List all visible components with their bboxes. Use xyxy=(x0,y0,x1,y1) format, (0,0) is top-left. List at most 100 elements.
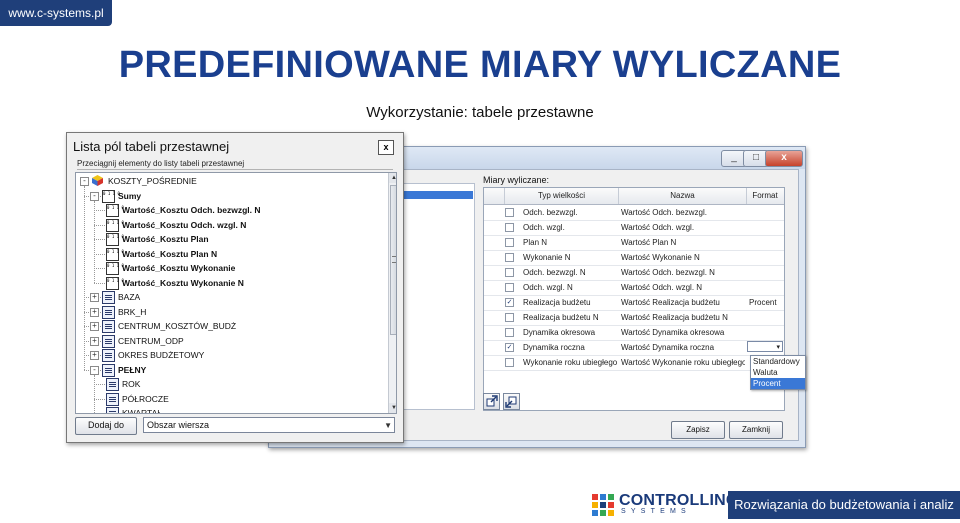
expand-icon[interactable]: + xyxy=(90,307,99,317)
row-checkbox[interactable] xyxy=(505,358,514,367)
dimension-icon xyxy=(106,392,119,406)
scroll-grip-icon xyxy=(392,256,396,263)
tree-item[interactable]: + OKRES BUDŻETOWY xyxy=(76,348,386,362)
row-name: Wartość Plan N xyxy=(621,238,677,247)
slide-subtitle: Wykorzystanie: tabele przestawne xyxy=(366,104,594,121)
row-format[interactable] xyxy=(749,265,783,280)
tree-item[interactable]: 0 1 1 0 Wartość_Kosztu Plan N xyxy=(76,247,386,261)
grid-row[interactable]: ✓ Realizacja budżetu Wartość Realizacja bu… xyxy=(484,295,784,311)
row-checkbox[interactable]: ✓ xyxy=(505,298,514,307)
format-dropdown-chevron-icon[interactable]: ▾ xyxy=(747,341,783,352)
row-checkbox[interactable] xyxy=(505,268,514,277)
expand-icon[interactable]: + xyxy=(90,336,99,346)
grid-row[interactable]: Odch. wzgl. N Wartość Odch. wzgl. N xyxy=(484,280,784,296)
measure-source-selected-item[interactable] xyxy=(400,191,473,199)
measure-source-list[interactable] xyxy=(399,183,475,410)
row-format[interactable]: Procent xyxy=(749,295,783,310)
row-checkbox[interactable] xyxy=(505,253,514,262)
row-format[interactable] xyxy=(749,310,783,325)
remove-measure-icon[interactable] xyxy=(503,393,520,410)
collapse-icon[interactable]: - xyxy=(80,177,89,186)
row-format[interactable] xyxy=(749,250,783,265)
scroll-up-arrow-icon[interactable]: ▲ xyxy=(389,173,396,183)
row-format[interactable] xyxy=(749,235,783,250)
row-format[interactable] xyxy=(749,280,783,295)
save-button[interactable]: Zapisz xyxy=(671,421,725,439)
collapse-icon[interactable]: - xyxy=(90,191,99,201)
row-checkbox[interactable] xyxy=(505,238,514,247)
area-select[interactable]: Obszar wiersza ▼ xyxy=(143,417,395,433)
format-option-currency[interactable]: Waluta xyxy=(751,367,805,378)
tree-item[interactable]: + BRK_H xyxy=(76,305,386,319)
grid-row[interactable]: Plan N Wartość Plan N xyxy=(484,235,784,251)
row-checkbox[interactable] xyxy=(505,223,514,232)
row-type: Dynamika roczna xyxy=(523,343,585,352)
format-option-standard[interactable]: Standardowy xyxy=(751,356,805,367)
grid-header-format[interactable]: Format xyxy=(747,188,783,204)
grid-row[interactable]: Wykonanie roku ubiegłego Wartość Wykonani… xyxy=(484,355,784,371)
row-format[interactable] xyxy=(749,325,783,340)
tree-item[interactable]: 0 1 1 0 Wartość_Kosztu Odch. bezwzgl. N xyxy=(76,203,386,217)
tree-item-label: Wartość_Kosztu Wykonanie N xyxy=(122,277,244,288)
scroll-thumb[interactable] xyxy=(390,185,396,335)
tree-item-label: CENTRUM_KOSZTÓW_BUDŻ xyxy=(118,321,237,331)
tree-item[interactable]: -0 1 1 0 Sumy xyxy=(76,189,386,203)
expand-icon[interactable]: + xyxy=(90,351,99,360)
tree-item[interactable]: - PEŁNY xyxy=(76,363,386,377)
close-button[interactable]: Zamknij xyxy=(729,421,783,439)
row-checkbox[interactable] xyxy=(505,283,514,292)
field-tree[interactable]: - KOSZTY_POŚREDNIE -0 1 1 0 Sumy 0 1 1 0 Wart… xyxy=(75,172,397,414)
format-option-percent[interactable]: Procent xyxy=(751,378,805,389)
row-format[interactable] xyxy=(749,205,783,220)
row-format[interactable] xyxy=(749,220,783,235)
row-type: Realizacja budżetu N xyxy=(523,313,599,322)
row-type: Odch. wzgl. xyxy=(523,223,565,232)
expand-icon[interactable]: + xyxy=(90,322,99,331)
grid-row[interactable]: Realizacja budżetu N Wartość Realizacja b… xyxy=(484,310,784,326)
add-measure-icon[interactable] xyxy=(483,393,500,410)
tree-item[interactable]: PÓŁROCZE xyxy=(76,392,386,406)
tree-item[interactable]: 0 1 1 0 Wartość_Kosztu Plan xyxy=(76,232,386,246)
dimension-icon xyxy=(106,378,119,391)
measure-icon: 0 1 1 0 xyxy=(102,189,120,203)
tree-item[interactable]: 0 1 1 0 Wartość_Kosztu Odch. wzgl. N xyxy=(76,218,386,232)
tree-item[interactable]: ROK xyxy=(76,377,386,391)
tree-item[interactable]: + CENTRUM_ODP xyxy=(76,334,386,348)
expand-icon[interactable]: + xyxy=(90,293,99,302)
chevron-down-icon[interactable]: ▼ xyxy=(384,418,392,433)
measure-icon: 0 1 1 0 xyxy=(106,218,124,232)
grid-row[interactable]: Odch. wzgl. Wartość Odch. wzgl. xyxy=(484,220,784,236)
grid-row[interactable]: ✓ Dynamika roczna Wartość Dynamika roczna ▾ xyxy=(484,340,784,356)
grid-row[interactable]: Dynamika okresowa Wartość Dynamika okreso… xyxy=(484,325,784,341)
tree-scrollbar[interactable]: ▲ ▼ xyxy=(388,173,396,413)
row-type: Odch. bezwzgl. N xyxy=(523,268,586,277)
scroll-down-arrow-icon[interactable]: ▼ xyxy=(389,403,396,413)
dimension-icon xyxy=(102,334,115,348)
grid-header: Typ wielkości Nazwa Format xyxy=(484,188,784,205)
grid-header-name[interactable]: Nazwa xyxy=(619,188,747,204)
tree-item[interactable]: + BAZA xyxy=(76,290,386,304)
tree-item[interactable]: 0 1 1 0 Wartość_Kosztu Wykonanie xyxy=(76,261,386,275)
add-to-button[interactable]: Dodaj do xyxy=(75,417,137,435)
row-checkbox[interactable] xyxy=(505,328,514,337)
tree-item[interactable]: KWARTAŁ xyxy=(76,406,386,413)
dimension-icon xyxy=(102,291,115,304)
tree-item[interactable]: 0 1 1 0 Wartość_Kosztu Wykonanie N xyxy=(76,276,386,290)
row-name: Wartość Odch. bezwzgl. N xyxy=(621,268,715,277)
website-url-badge: www.c-systems.pl xyxy=(0,0,112,26)
tree-item[interactable]: + CENTRUM_KOSZTÓW_BUDŻ xyxy=(76,319,386,333)
row-checkbox[interactable] xyxy=(505,208,514,217)
grid-row[interactable]: Wykonanie N Wartość Wykonanie N xyxy=(484,250,784,266)
format-dropdown-list[interactable]: Standardowy Waluta Procent xyxy=(750,355,806,390)
grid-header-type[interactable]: Typ wielkości xyxy=(505,188,619,204)
field-list-close-button[interactable]: x xyxy=(378,140,394,155)
collapse-icon[interactable]: - xyxy=(90,365,99,375)
dialog-close-button[interactable]: x xyxy=(765,150,803,167)
grid-row[interactable]: Odch. bezwzgl. Wartość Odch. bezwzgl. xyxy=(484,205,784,221)
row-checkbox[interactable]: ✓ xyxy=(505,343,514,352)
row-name: Wartość Odch. wzgl. xyxy=(621,223,695,232)
row-name: Wartość Wykonanie N xyxy=(621,253,700,262)
row-checkbox[interactable] xyxy=(505,313,514,322)
tree-item[interactable]: - KOSZTY_POŚREDNIE xyxy=(76,174,386,188)
grid-row[interactable]: Odch. bezwzgl. N Wartość Odch. bezwzgl. N xyxy=(484,265,784,281)
